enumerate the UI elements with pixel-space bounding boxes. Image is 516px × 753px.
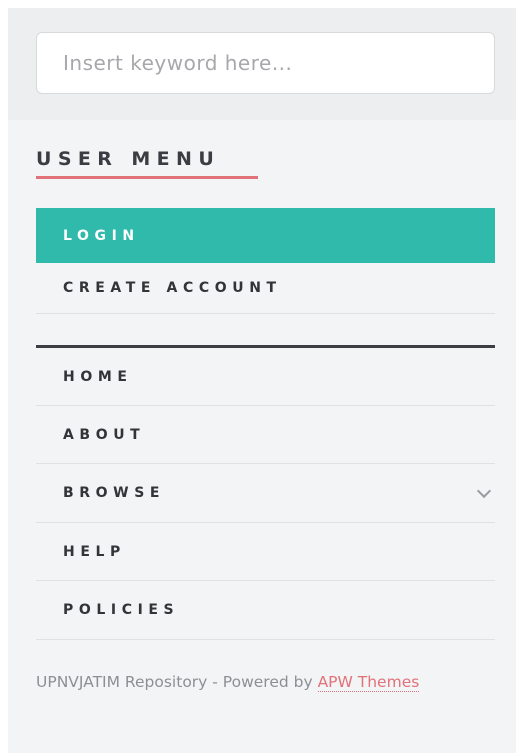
apw-themes-link[interactable]: APW Themes bbox=[317, 673, 420, 692]
nav-item-browse-label: BROWSE bbox=[63, 485, 166, 501]
title-underline bbox=[36, 176, 258, 179]
footer-text: UPNVJATIM Repository - Powered by bbox=[36, 673, 318, 691]
search-input[interactable] bbox=[36, 32, 495, 94]
login-link[interactable]: LOGIN bbox=[36, 208, 495, 263]
divider bbox=[36, 639, 495, 640]
create-account-link[interactable]: CREATE ACCOUNT bbox=[36, 263, 495, 313]
divider bbox=[36, 313, 495, 314]
footer: UPNVJATIM Repository - Powered by APW Th… bbox=[36, 670, 486, 694]
search-area bbox=[8, 8, 516, 120]
nav-item-help[interactable]: HELP bbox=[36, 523, 495, 580]
nav-item-browse[interactable]: BROWSE bbox=[36, 464, 495, 522]
user-menu-title: USER MENU bbox=[36, 148, 221, 170]
nav-item-home[interactable]: HOME bbox=[36, 348, 495, 405]
nav-item-policies[interactable]: POLICIES bbox=[36, 581, 495, 639]
nav-item-about[interactable]: ABOUT bbox=[36, 406, 495, 463]
sidebar-panel: USER MENU LOGIN CREATE ACCOUNT HOME ABOU… bbox=[8, 8, 516, 753]
chevron-down-icon[interactable] bbox=[476, 483, 492, 499]
